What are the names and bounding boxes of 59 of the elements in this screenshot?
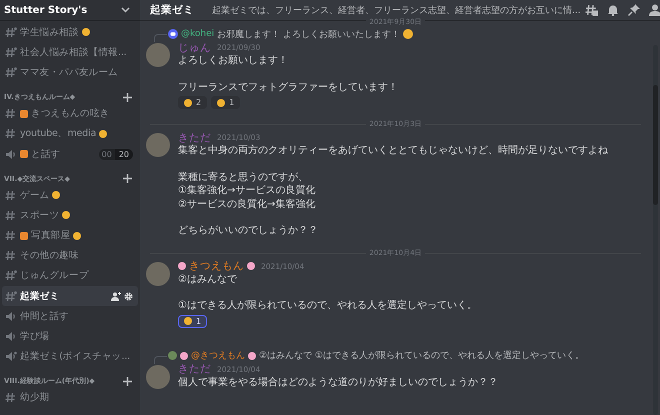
channel-name: その他の趣味 (20, 249, 79, 262)
channel-item[interactable]: その他の趣味 (2, 246, 138, 266)
channel-name: 幼少期 (20, 391, 50, 404)
message-text: 業種に寄ると思うのですが、 (178, 170, 309, 184)
channel-topic: 起業ゼミでは、フリーランス、経営者、フリーランス志望、経営者志望の方がお互いに情... (212, 4, 581, 16)
reply-mention[interactable]: @kohei (181, 29, 214, 39)
user-count: 00 (98, 148, 115, 160)
channel-item[interactable]: 仲間と話す (2, 306, 138, 326)
channel-name: 起業ゼミ (20, 290, 60, 303)
channel-title: 起業ゼミ (150, 3, 194, 17)
message-text: 個人で事業をやる場合はどのような道のりが好ましいのでしょうか？？ (178, 376, 498, 389)
channel-item[interactable]: きつえもんの呟き (2, 104, 138, 124)
channel-name: ゲーム (20, 188, 50, 202)
channel-item[interactable]: ゲーム (2, 185, 138, 206)
channel-name: 学び場 (20, 330, 50, 344)
channel-name: スポーツ (20, 208, 60, 222)
reply-mention[interactable]: @きつえもん (191, 349, 245, 362)
channel-name: 起業ゼミ(ボイスチャッ... (20, 350, 130, 364)
channel-name: 写真部屋 (31, 229, 70, 242)
channel-item[interactable]: ママ友・パパ友ルーム (2, 62, 138, 83)
channel-item[interactable]: と話す 00 20 (2, 144, 138, 164)
author-name[interactable]: きただ (178, 130, 211, 144)
channel-item[interactable]: youtube、media (2, 124, 138, 144)
message-text: ①はできる人が限られているので、やれる人を選定しやっていく。 (178, 299, 477, 312)
message-text: ②はみんなで (178, 272, 238, 286)
author-name[interactable]: きただ (178, 362, 211, 376)
channel-name: 仲間と話す (20, 310, 70, 323)
channel-item[interactable]: スポーツ (2, 205, 138, 226)
message-text: フリーランスでフォトグラファーをしています！ (178, 80, 398, 94)
reply-text[interactable]: ②はみんなで ①はできる人が限られているので、やれる人を選定しやっていく。 (259, 349, 584, 362)
channel-name: じゅんグループ (20, 269, 89, 282)
channel-item[interactable]: 起業ゼミ (2, 286, 138, 306)
channel-name: youtube、media (20, 127, 96, 140)
channel-item[interactable]: 起業ゼミ(ボイスチャッ... (2, 346, 138, 367)
author-name[interactable]: じゅん (178, 40, 211, 54)
channel-name: きつえもんの呟き (31, 107, 110, 120)
message-text: よろしくお願いします！ (178, 54, 289, 68)
channel-name: 学生悩み相談 (20, 26, 79, 39)
reaction-button[interactable]: 1 (178, 314, 208, 328)
reaction-button[interactable]: 1 (211, 96, 240, 109)
channel-item[interactable]: 学生悩み相談 (2, 22, 138, 42)
author-name[interactable]: きつえもん (189, 259, 244, 273)
channel-item[interactable]: じゅんグループ (2, 266, 138, 286)
channel-item[interactable]: 写真部屋 (2, 226, 138, 246)
message-text: ①集客強化→サービスの良質化 (178, 184, 316, 198)
channel-name: ママ友・パパ友ルーム (20, 66, 118, 79)
message-text: ②サービスの良質化→集客強化 (178, 198, 316, 211)
channel-name: と話す (31, 148, 60, 161)
channel-item[interactable]: 幼少期 (2, 388, 138, 408)
reaction-button[interactable]: 2 (178, 96, 208, 109)
message-text: 集客と中身の両方のクオリティーをあげていくととてもじゃないけど、時間が足りないですよね (178, 144, 608, 158)
message-text: どちらがいいのでしょうか？？ (178, 224, 319, 238)
user-limit: 20 (114, 148, 133, 160)
server-name: Stutter Story's (4, 4, 88, 16)
reply-text[interactable]: お邪魔します！ よろしくお願いいたします！ (217, 28, 400, 40)
channel-item[interactable]: 学び場 (2, 326, 138, 347)
channel-name: 社会人悩み相談【情報... (20, 46, 126, 59)
channel-item[interactable]: 社会人悩み相談【情報... (2, 42, 138, 62)
server-header[interactable]: Stutter Story's (0, 0, 140, 21)
